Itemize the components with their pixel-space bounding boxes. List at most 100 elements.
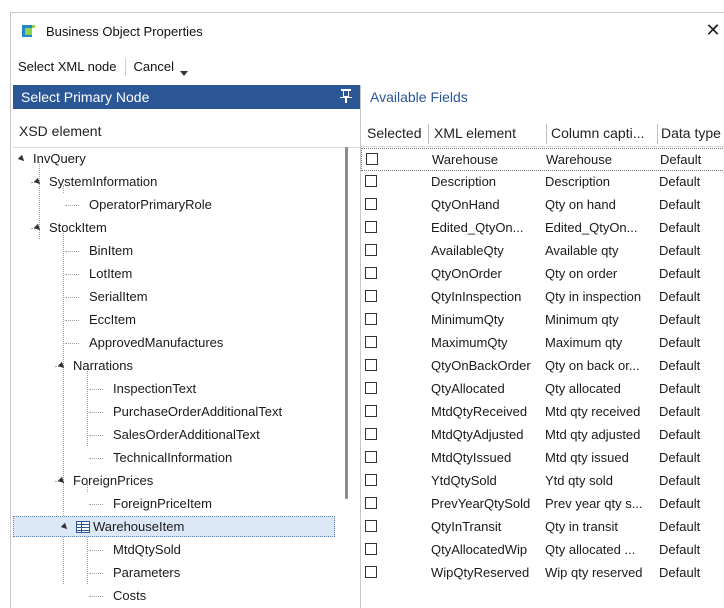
tree-guide-line — [65, 274, 79, 275]
tree-node-systeminformation[interactable]: SystemInformation — [33, 171, 157, 192]
tree-node-foreignpriceitem[interactable]: ForeignPriceItem — [113, 493, 212, 514]
tree-node-inspectiontext[interactable]: InspectionText — [113, 378, 196, 399]
tree-node-warehouseitem[interactable]: WarehouseItem — [13, 516, 335, 537]
expand-triangle-icon[interactable] — [33, 177, 43, 187]
selected-checkbox[interactable] — [365, 566, 377, 578]
tree-node-technicalinformation[interactable]: TechnicalInformation — [113, 447, 232, 468]
column-separator[interactable] — [546, 124, 547, 144]
selected-checkbox[interactable] — [365, 198, 377, 210]
field-row[interactable]: MtdQtyAdjusted Mtd qty adjusted Default — [361, 424, 724, 447]
selected-checkbox[interactable] — [365, 175, 377, 187]
tree-node-narrations[interactable]: Narrations — [57, 355, 133, 376]
column-caption-cell: Available qty — [545, 243, 619, 258]
field-row[interactable]: MaximumQty Maximum qty Default — [361, 332, 724, 355]
available-fields-title: Available Fields — [370, 89, 468, 105]
pin-icon[interactable] — [340, 89, 352, 103]
xml-element-cell: QtyOnOrder — [431, 266, 502, 281]
tree-node-lotitem[interactable]: LotItem — [89, 263, 132, 284]
selected-checkbox[interactable] — [365, 336, 377, 348]
column-header-column-caption[interactable]: Column capti... — [551, 119, 658, 147]
title-bar: Business Object Properties ✕ — [11, 13, 724, 49]
tree-node-purchaseorderadditionaltext[interactable]: PurchaseOrderAdditionalText — [113, 401, 282, 422]
xml-element-cell: QtyAllocated — [431, 381, 505, 396]
field-row[interactable]: QtyInInspection Qty in inspection Default — [361, 286, 724, 309]
selected-checkbox[interactable] — [365, 244, 377, 256]
xml-element-cell: WipQtyReserved — [431, 565, 530, 580]
tree-node-invquery[interactable]: InvQuery — [17, 148, 86, 169]
field-row[interactable]: Edited_QtyOn... Edited_QtyOn... Default — [361, 217, 724, 240]
field-row[interactable]: Description Description Default — [361, 171, 724, 194]
tree-node-label: ForeignPrices — [73, 473, 154, 488]
tree-node-label: ApprovedManufactures — [89, 335, 224, 350]
selected-checkbox[interactable] — [365, 497, 377, 509]
cancel-label: Cancel — [133, 59, 174, 74]
field-row[interactable]: QtyAllocatedWip Qty allocated ... Default — [361, 539, 724, 562]
selected-checkbox[interactable] — [366, 153, 378, 165]
field-row[interactable]: MtdQtyIssued Mtd qty issued Default — [361, 447, 724, 470]
tree-node-foreignprices[interactable]: ForeignPrices — [57, 470, 154, 491]
tree-guide-line — [65, 343, 79, 344]
field-row[interactable]: QtyInTransit Qty in transit Default — [361, 516, 724, 539]
selected-checkbox[interactable] — [365, 313, 377, 325]
field-row[interactable]: YtdQtySold Ytd qty sold Default — [361, 470, 724, 493]
expand-triangle-icon[interactable] — [33, 223, 43, 233]
selected-checkbox[interactable] — [365, 290, 377, 302]
expand-triangle-icon[interactable] — [57, 476, 67, 486]
field-row[interactable]: MtdQtyReceived Mtd qty received Default — [361, 401, 724, 424]
column-caption-cell: Qty allocated — [545, 381, 621, 396]
selected-checkbox[interactable] — [365, 451, 377, 463]
column-separator[interactable] — [657, 124, 658, 144]
field-row[interactable]: QtyOnOrder Qty on order Default — [361, 263, 724, 286]
tree-node-label: ForeignPriceItem — [113, 496, 212, 511]
field-row[interactable]: MinimumQty Minimum qty Default — [361, 309, 724, 332]
tree-node-salesorderadditionaltext[interactable]: SalesOrderAdditionalText — [113, 424, 260, 445]
data-type-cell: Default — [659, 519, 701, 534]
tree-guide-line — [89, 458, 103, 459]
tree-node-eccitem[interactable]: EccItem — [89, 309, 136, 330]
column-separator[interactable] — [428, 124, 429, 144]
selected-checkbox[interactable] — [365, 221, 377, 233]
expand-triangle-icon[interactable] — [60, 522, 70, 532]
tree-node-operatorprimaryrole[interactable]: OperatorPrimaryRole — [89, 194, 212, 215]
column-caption-cell: Qty on hand — [545, 197, 616, 212]
cancel-dropdown-button[interactable]: Cancel — [126, 55, 196, 79]
data-type-cell: Default — [659, 450, 701, 465]
field-row[interactable]: WipQtyReserved Wip qty reserved Default — [361, 562, 724, 585]
xml-element-cell: QtyInInspection — [431, 289, 522, 304]
tree-scrollbar[interactable] — [345, 147, 348, 499]
selected-checkbox[interactable] — [365, 543, 377, 555]
table-icon — [76, 521, 90, 533]
selected-checkbox[interactable] — [365, 382, 377, 394]
expand-triangle-icon[interactable] — [17, 154, 27, 164]
field-row[interactable]: AvailableQty Available qty Default — [361, 240, 724, 263]
tree-node-mtdqtysold[interactable]: MtdQtySold — [113, 539, 181, 560]
field-row[interactable]: QtyAllocated Qty allocated Default — [361, 378, 724, 401]
tree-node-approvedmanufactures[interactable]: ApprovedManufactures — [89, 332, 223, 353]
selected-checkbox[interactable] — [365, 428, 377, 440]
tree-guide-line — [87, 530, 88, 584]
select-xml-node-button[interactable]: Select XML node — [11, 55, 125, 79]
data-type-cell: Default — [659, 404, 701, 419]
tree-node-binitem[interactable]: BinItem — [89, 240, 133, 261]
selected-checkbox[interactable] — [365, 267, 377, 279]
tree-node-parameters[interactable]: Parameters — [113, 562, 180, 583]
column-header-selected[interactable]: Selected — [367, 119, 427, 147]
tree-node-costs[interactable]: Costs — [113, 585, 146, 606]
field-row[interactable]: PrevYearQtySold Prev year qty s... Default — [361, 493, 724, 516]
selected-checkbox[interactable] — [365, 405, 377, 417]
column-header-xml-element[interactable]: XML element — [434, 119, 544, 147]
column-header-data-type[interactable]: Data type — [661, 119, 724, 147]
tree-node-stockitem[interactable]: StockItem — [33, 217, 107, 238]
tree-guide-line — [89, 435, 103, 436]
field-row[interactable]: QtyOnBackOrder Qty on back or... Default — [361, 355, 724, 378]
tree-node-serialitem[interactable]: SerialItem — [89, 286, 148, 307]
selected-checkbox[interactable] — [365, 520, 377, 532]
field-row[interactable]: QtyOnHand Qty on hand Default — [361, 194, 724, 217]
field-row[interactable]: Warehouse Warehouse Default — [361, 148, 724, 171]
selected-checkbox[interactable] — [365, 474, 377, 486]
fields-grid-header: Selected XML element Column capti... Dat… — [361, 119, 724, 147]
expand-triangle-icon[interactable] — [57, 361, 67, 371]
selected-checkbox[interactable] — [365, 359, 377, 371]
close-button[interactable]: ✕ — [701, 19, 724, 43]
tree-guide-line — [89, 389, 103, 390]
